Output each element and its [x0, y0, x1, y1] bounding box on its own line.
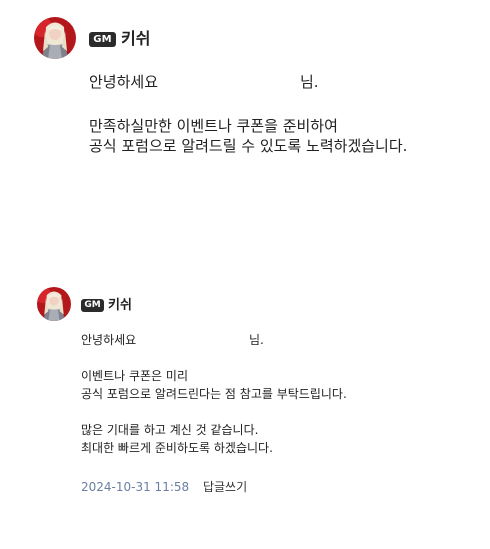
greeting-line: 안녕하세요 님.	[81, 331, 301, 349]
gm-badge: GM	[81, 299, 104, 312]
comment-line: 공식 포럼으로 알려드린다는 점 참고를 부탁드립니다.	[81, 387, 347, 401]
comment: GM 키쉬 안녕하세요 님. 만족하실만한 이벤트나 쿠폰을 준비하여 공식 포…	[0, 0, 490, 240]
greeting-suffix: 님.	[249, 333, 264, 347]
comment-timestamp: 2024-10-31 11:58	[81, 480, 190, 494]
comment-body: 안녕하세요 님. 이벤트나 쿠폰은 미리 공식 포럼으로 알려드린다는 점 참고…	[81, 331, 347, 457]
comment-line: 최대한 빠르게 준비하도록 하겠습니다.	[81, 441, 273, 455]
greeting-prefix: 안녕하세요	[81, 333, 137, 347]
comment-line: 많은 기대를 하고 계신 것 같습니다.	[81, 423, 259, 437]
comment-line: 공식 포럼으로 알려드릴 수 있도록 노력하겠습니다.	[89, 137, 408, 155]
author-name[interactable]: 키쉬	[121, 29, 150, 49]
author-name[interactable]: 키쉬	[108, 297, 132, 314]
avatar[interactable]	[34, 17, 76, 59]
avatar[interactable]	[37, 287, 71, 321]
comment-meta: 2024-10-31 11:58 답글쓰기	[81, 479, 247, 495]
reply-button[interactable]: 답글쓰기	[203, 480, 247, 494]
comment-line: 이벤트나 쿠폰은 미리	[81, 369, 188, 383]
greeting-prefix: 안녕하세요	[89, 73, 159, 91]
gm-badge: GM	[89, 32, 116, 47]
greeting-suffix: 님.	[300, 73, 319, 91]
comment-thread: GM 키쉬 안녕하세요 님. 만족하실만한 이벤트나 쿠폰을 준비하여 공식 포…	[0, 0, 490, 549]
comment-body: 안녕하세요 님. 만족하실만한 이벤트나 쿠폰을 준비하여 공식 포럼으로 알려…	[89, 72, 407, 156]
comment: GM 키쉬 안녕하세요 님. 이벤트나 쿠폰은 미리 공식 포럼으로 알려드린다…	[0, 280, 490, 520]
comment-line: 만족하실만한 이벤트나 쿠폰을 준비하여	[89, 117, 338, 135]
greeting-line: 안녕하세요 님.	[89, 72, 389, 92]
